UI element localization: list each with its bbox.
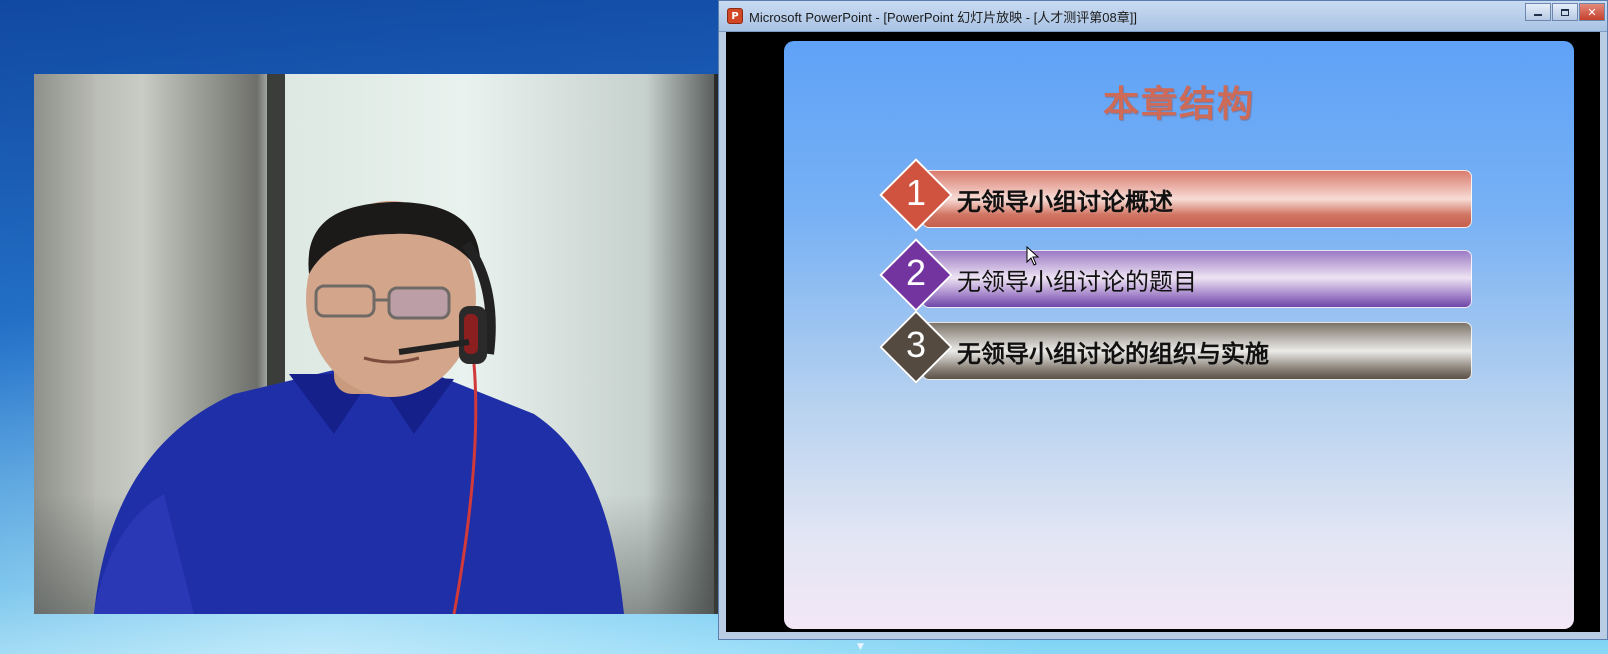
window-controls: ✕ xyxy=(1524,3,1605,21)
slide-title: 本章结构 xyxy=(1102,84,1255,125)
taskbar-arrow-icon[interactable]: ▼ xyxy=(857,642,864,652)
outline-item-bar: 无领导小组讨论的组织与实施 xyxy=(922,322,1472,380)
slideshow-area[interactable]: 本章结构 无领导小组讨论概述 1 无领导小组讨论的题目 2 无领导小组讨论的组织… xyxy=(726,32,1600,632)
outline-item-2[interactable]: 无领导小组讨论的题目 2 xyxy=(878,238,1478,312)
slide[interactable]: 本章结构 无领导小组讨论概述 1 无领导小组讨论的题目 2 无领导小组讨论的组织… xyxy=(784,41,1574,629)
minimize-icon xyxy=(1534,14,1542,16)
close-button[interactable]: ✕ xyxy=(1579,3,1605,21)
outline-item-number: 3 xyxy=(905,324,927,365)
desktop: P Microsoft PowerPoint - [PowerPoint 幻灯片… xyxy=(0,0,1608,654)
outline-item-label: 无领导小组讨论的组织与实施 xyxy=(957,339,1269,368)
headset-earpiece-red xyxy=(464,314,478,354)
outline-item-3[interactable]: 无领导小组讨论的组织与实施 3 xyxy=(878,310,1478,384)
outline-item-label: 无领导小组讨论概述 xyxy=(957,187,1173,216)
powerpoint-icon: P xyxy=(727,8,743,24)
minimize-button[interactable] xyxy=(1525,3,1551,21)
outline-item-1[interactable]: 无领导小组讨论概述 1 xyxy=(878,158,1478,232)
window-title: Microsoft PowerPoint - [PowerPoint 幻灯片放映… xyxy=(749,9,1137,25)
webcam-video xyxy=(34,74,754,614)
outline-item-label: 无领导小组讨论的题目 xyxy=(957,267,1197,296)
outline-item-number: 1 xyxy=(905,172,927,213)
outline-item-bar: 无领导小组讨论概述 xyxy=(922,170,1472,228)
maximize-icon xyxy=(1561,8,1569,16)
close-icon: ✕ xyxy=(1587,5,1597,19)
outline-item-bar: 无领导小组讨论的题目 xyxy=(922,250,1472,308)
outline-item-number: 2 xyxy=(905,252,927,293)
powerpoint-window[interactable]: P Microsoft PowerPoint - [PowerPoint 幻灯片… xyxy=(718,0,1608,640)
presenter-glasses-right xyxy=(387,286,451,320)
mouse-cursor-icon xyxy=(1026,246,1040,266)
maximize-button[interactable] xyxy=(1552,3,1578,21)
window-titlebar[interactable]: P Microsoft PowerPoint - [PowerPoint 幻灯片… xyxy=(719,1,1607,32)
presenter-figure xyxy=(94,201,624,614)
